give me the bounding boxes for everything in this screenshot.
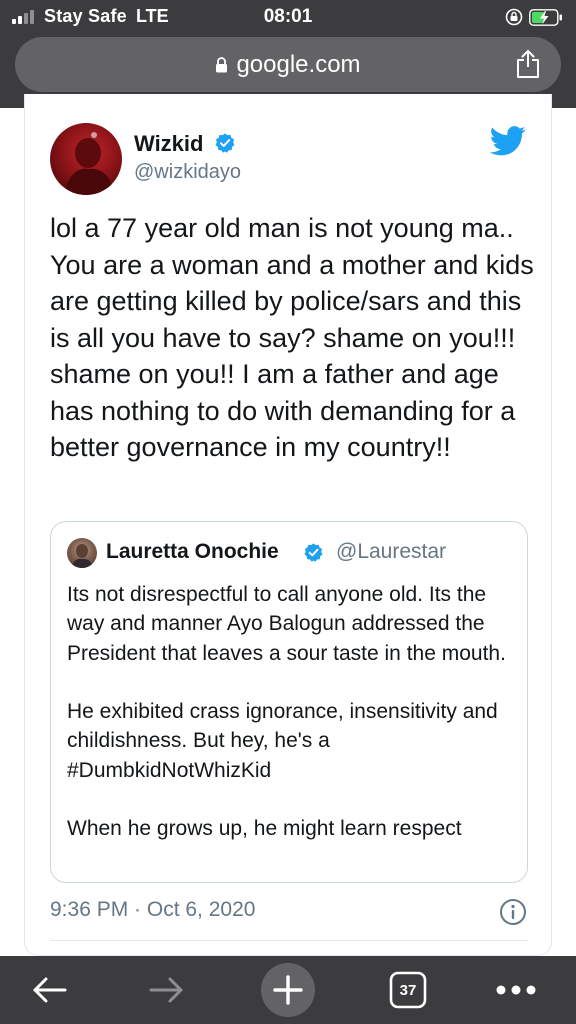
info-icon[interactable]: [499, 898, 527, 926]
divider: [50, 940, 528, 941]
quoted-paragraph: Its not disrespectful to call anyone old…: [67, 583, 506, 665]
quoted-author-avatar: [67, 538, 97, 568]
more-button[interactable]: [492, 956, 540, 1024]
tabs-button[interactable]: 37: [386, 956, 430, 1024]
tabs-count: 37: [399, 981, 417, 999]
author-avatar[interactable]: [50, 123, 122, 195]
status-time: 08:01: [263, 6, 313, 27]
quoted-tweet-card[interactable]: Lauretta Onochie @Laurestar Its not disr…: [50, 521, 528, 883]
rotation-lock-icon: [505, 8, 523, 26]
forward-button[interactable]: [142, 956, 192, 1024]
new-tab-plus-icon: [261, 963, 315, 1017]
more-icon: [496, 985, 536, 995]
verified-badge-icon: [215, 133, 235, 153]
share-icon[interactable]: [515, 49, 541, 79]
tweet-text: lol a 77 year old man is not young ma.. …: [50, 213, 534, 462]
quoted-paragraph: When he grows up, he might learn respect: [67, 817, 462, 841]
browser-bottom-toolbar: 37: [0, 956, 576, 1024]
twitter-bird-icon[interactable]: [490, 126, 526, 156]
author-handle[interactable]: @wizkidayo: [134, 161, 241, 184]
back-button[interactable]: [24, 956, 74, 1024]
quoted-author-name: Lauretta Onochie: [106, 540, 279, 563]
forward-arrow-icon: [149, 977, 183, 1003]
address-bar[interactable]: google.com: [15, 37, 561, 92]
quoted-tweet-text: Its not disrespectful to call anyone old…: [67, 580, 517, 844]
battery-charging-icon: [529, 9, 562, 26]
author-name[interactable]: Wizkid: [134, 131, 203, 157]
url-text: google.com: [236, 50, 361, 78]
back-arrow-icon: [33, 977, 67, 1003]
verified-badge-icon: [304, 543, 323, 562]
browser-top-chrome: Stay Safe LTE 08:01 google.com: [0, 0, 576, 108]
quoted-paragraph: He exhibited crass ignorance, insensitiv…: [67, 700, 498, 782]
padlock-icon: [216, 56, 228, 72]
page-content: Wizkid @wizkidayo lol a 77 year old man …: [0, 94, 576, 956]
quoted-author-handle: @Laurestar: [336, 540, 447, 563]
new-tab-button[interactable]: [260, 956, 316, 1024]
tweet-timestamp[interactable]: 9:36 PM · Oct 6, 2020: [50, 898, 255, 922]
status-bar: Stay Safe LTE 08:01: [0, 0, 576, 34]
